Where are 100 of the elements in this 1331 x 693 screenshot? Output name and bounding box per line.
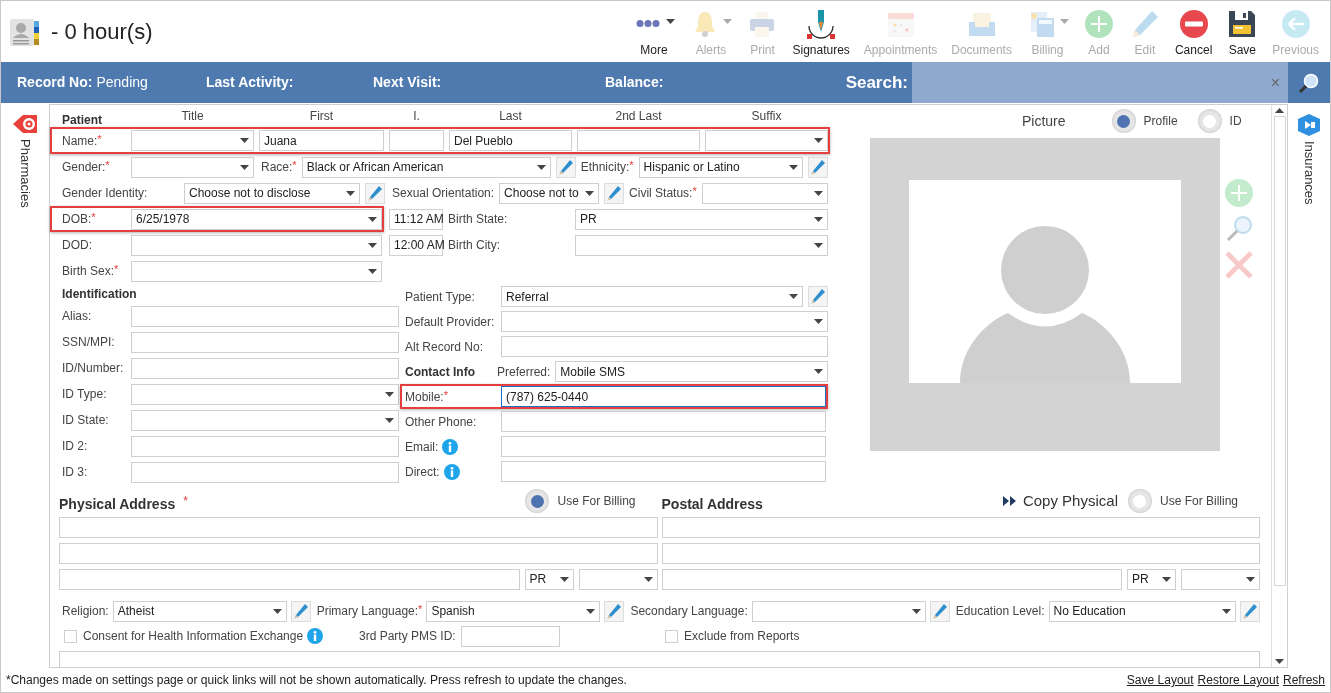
caret-icon [814,319,823,324]
field-label: DOB: [62,211,92,228]
footer-link[interactable]: Refresh [1282,671,1325,689]
scrollbar[interactable] [1271,105,1287,667]
checkbox[interactable] [665,629,678,643]
text-field[interactable] [131,461,399,483]
notes-field[interactable] [59,651,1260,667]
pencil-icon[interactable] [808,286,828,307]
dropdown[interactable]: No Education [1048,600,1236,622]
pencil-icon[interactable] [555,156,576,178]
text-field[interactable] [59,516,658,538]
dropdown[interactable] [705,130,828,151]
side-tab[interactable]: Pharmacies [15,139,35,208]
dropdown[interactable]: PR [1127,568,1176,590]
text-field[interactable] [460,625,560,647]
required-asterisk: * [443,387,448,402]
pencil-icon[interactable] [365,182,385,204]
text-field[interactable] [131,305,399,327]
text-field[interactable] [501,461,826,482]
dropdown[interactable]: Referral [501,286,803,307]
side-tab[interactable]: Insurances [1299,141,1319,205]
field-label: ID State: [62,412,109,429]
dropdown[interactable] [131,130,254,151]
text-field[interactable] [501,436,826,457]
dropdown[interactable] [131,409,399,431]
text-field[interactable] [59,568,520,590]
toolbar-button[interactable]: Cancel [1167,4,1220,59]
field-label: Civil Status: [629,185,693,202]
dropdown[interactable] [701,182,828,204]
field-label: Birth State: [448,211,508,228]
dropdown[interactable]: PR [575,208,828,230]
dropdown[interactable]: Mobile SMS [555,361,828,382]
text-field[interactable] [131,435,399,457]
text-field[interactable] [661,516,1260,538]
text-field[interactable] [131,357,399,379]
dropdown[interactable] [1181,568,1260,590]
caret-icon [814,369,823,374]
time-field[interactable]: 12:00 AM [389,234,443,256]
text-field[interactable] [577,130,700,151]
checkbox[interactable] [64,629,77,643]
info-icon[interactable] [307,628,324,644]
required-asterisk: * [183,493,188,510]
text-field[interactable] [131,331,399,353]
dropdown[interactable] [575,234,828,256]
dropdown[interactable]: Choose not to [499,182,600,204]
radio-button[interactable] [1127,489,1152,513]
dropdown[interactable]: Spanish [426,600,601,622]
required-asterisk: * [692,184,697,198]
radio-button[interactable] [1197,109,1222,133]
text-field[interactable] [661,568,1122,590]
dropdown[interactable]: Atheist [112,600,287,622]
text-field[interactable] [661,542,1260,564]
text-field[interactable]: Del Pueblo [449,130,572,151]
dropdown[interactable] [131,156,254,178]
dropdown[interactable]: 6/25/1978 [131,208,382,230]
dropdown[interactable] [501,311,828,332]
footer-link[interactable]: Restore Layout [1197,671,1279,689]
copy-physical-button[interactable]: Copy Physical [1002,489,1118,513]
column-heading: Suffix [750,108,783,125]
pencil-icon[interactable] [929,600,950,622]
field-label: DOD: [62,237,92,254]
field-label: 3rd Party PMS ID: [359,628,456,645]
text-field[interactable] [59,542,658,564]
section-heading: Contact Info [405,363,476,381]
pencil-icon[interactable] [604,182,625,204]
text-field[interactable] [501,411,826,432]
caret-icon [272,608,282,614]
pencil-icon[interactable] [290,600,311,622]
caret-icon [1162,576,1171,582]
dropdown[interactable] [578,568,658,590]
dropdown[interactable]: Hispanic or Latino [638,156,803,178]
dropdown[interactable]: PR [524,568,574,590]
field-label: Gender: [62,159,106,176]
text-field[interactable] [389,130,444,151]
dropdown[interactable] [131,383,399,405]
info-icon[interactable] [442,438,459,455]
toolbar-button[interactable]: More [625,4,683,59]
dropdown[interactable] [751,600,926,622]
info-icon[interactable] [443,463,460,480]
pencil-icon[interactable] [808,156,828,178]
text-field[interactable]: (787) 625-0440 [501,386,826,407]
toolbar-button[interactable]: Save [1219,4,1266,59]
pencil-icon[interactable] [1240,600,1260,622]
radio-button[interactable] [525,489,550,513]
footer-link[interactable]: Save Layout [1126,671,1194,689]
time-field[interactable]: 11:12 AM [389,208,443,230]
text-field[interactable]: Juana [259,130,384,151]
pencil-icon[interactable] [604,600,625,622]
dropdown[interactable] [131,234,382,256]
dropdown[interactable]: Black or African American [301,156,551,178]
dropdown[interactable] [131,260,382,282]
dropdown[interactable]: Choose not to disclose [184,182,360,204]
field-label: ID/Number: [62,360,124,377]
column-heading: I. [412,108,421,125]
radio-button[interactable] [1111,109,1136,133]
text-field[interactable] [501,336,828,357]
info-label: Last Activity: [206,73,294,92]
scroll-thumb[interactable] [1273,116,1286,586]
caret-icon [1275,659,1284,664]
toolbar-button[interactable]: Signatures [785,4,857,59]
